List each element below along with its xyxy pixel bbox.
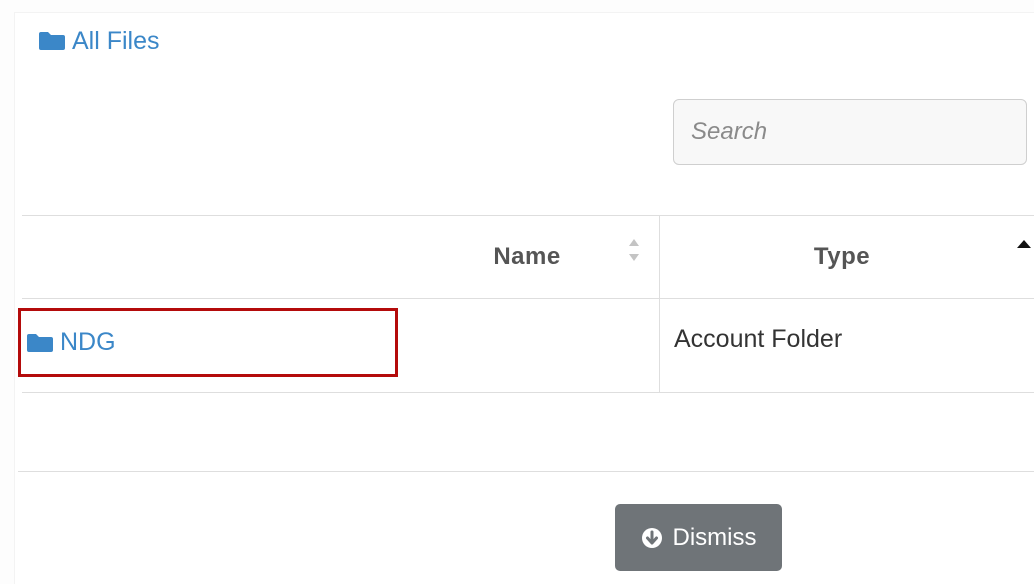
column-divider — [659, 215, 660, 393]
breadcrumb-label: All Files — [72, 26, 160, 55]
footer-divider — [18, 471, 1034, 472]
dismiss-button[interactable]: Dismiss — [615, 504, 782, 571]
breadcrumb-all-files[interactable]: All Files — [38, 26, 160, 56]
column-header-name[interactable]: Name — [472, 216, 582, 298]
column-header-type[interactable]: Type — [782, 216, 902, 298]
row-type-cell: Account Folder — [674, 325, 843, 353]
sort-ascending-icon[interactable] — [1016, 239, 1032, 249]
column-header-name-label: Name — [493, 243, 561, 270]
dismiss-label: Dismiss — [672, 523, 757, 551]
circle-arrow-down-icon — [641, 527, 662, 548]
folder-icon — [39, 32, 65, 50]
column-header-type-label: Type — [813, 243, 871, 270]
header-divider — [22, 298, 1034, 299]
sort-both-icon[interactable] — [627, 237, 641, 263]
row-divider — [22, 392, 1034, 393]
highlight-box — [18, 308, 398, 377]
search-input[interactable] — [673, 99, 1027, 165]
